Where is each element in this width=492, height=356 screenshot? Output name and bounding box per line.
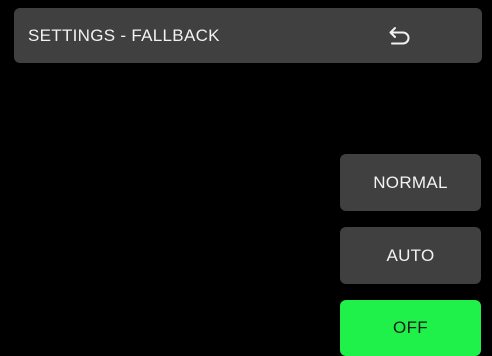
off-button[interactable]: OFF [340, 300, 481, 356]
page-title: SETTINGS - FALLBACK [28, 26, 220, 45]
normal-button[interactable]: NORMAL [340, 154, 481, 211]
auto-button[interactable]: AUTO [340, 227, 481, 284]
back-button[interactable] [384, 20, 416, 52]
header-bar: SETTINGS - FALLBACK [14, 8, 482, 63]
off-button-label: OFF [393, 318, 428, 337]
auto-button-label: AUTO [386, 245, 435, 265]
normal-button-label: NORMAL [373, 172, 448, 192]
back-arrow-icon [388, 26, 412, 46]
settings-screen: SETTINGS - FALLBACK NORMAL AUTO OFF [0, 0, 492, 356]
